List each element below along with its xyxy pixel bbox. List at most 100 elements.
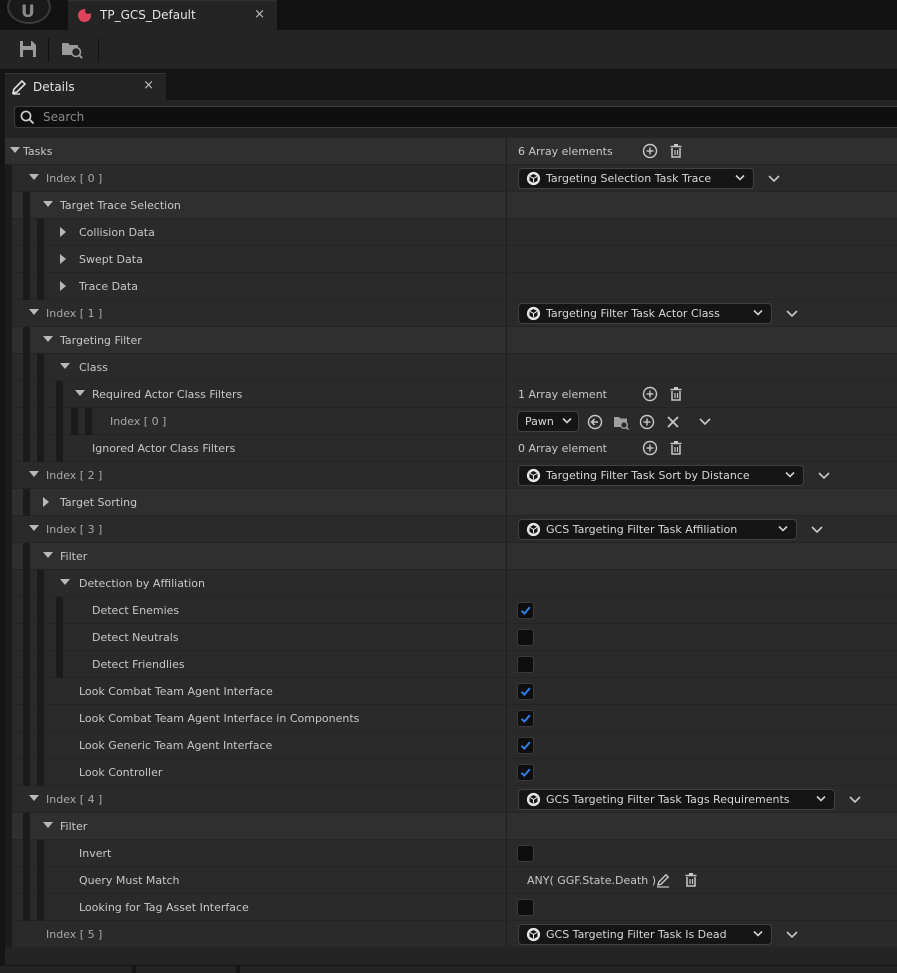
property-row-tts: Target Trace Selection xyxy=(5,192,897,219)
checkbox-look-controller[interactable] xyxy=(517,764,534,781)
collapse-arrow-icon[interactable] xyxy=(60,363,70,369)
browse-asset-icon[interactable] xyxy=(613,414,629,430)
property-label: Query Must Match xyxy=(79,874,180,887)
property-label: Looking for Tag Asset Interface xyxy=(79,901,249,914)
add-element-icon[interactable] xyxy=(642,143,658,159)
collapse-arrow-icon[interactable] xyxy=(43,336,53,342)
collapse-arrow-icon[interactable] xyxy=(43,552,53,558)
delete-all-icon[interactable] xyxy=(668,386,684,402)
extension-menu-chevron-icon[interactable] xyxy=(768,174,780,184)
delete-all-icon[interactable] xyxy=(668,143,684,159)
search-input[interactable] xyxy=(41,108,881,126)
remove-element-icon[interactable] xyxy=(665,414,681,430)
extension-menu-chevron-icon[interactable] xyxy=(786,309,798,319)
checkbox-look-combat-team-agent-interface-in-components[interactable] xyxy=(517,710,534,727)
indent-rail xyxy=(23,543,30,570)
collapse-arrow-icon[interactable] xyxy=(29,795,39,801)
extension-menu-chevron-icon[interactable] xyxy=(849,795,861,805)
checkbox-detect-friendlies[interactable] xyxy=(517,656,534,673)
unreal-logo-icon[interactable]: U xyxy=(7,0,51,24)
pencil-icon xyxy=(11,79,27,95)
collapse-arrow-icon[interactable] xyxy=(60,579,70,585)
collapse-arrow-icon[interactable] xyxy=(29,309,39,315)
extension-menu-chevron-icon[interactable] xyxy=(811,525,823,535)
class-picker-label: Targeting Filter Task Actor Class xyxy=(546,307,720,320)
checkbox-detect-enemies[interactable] xyxy=(517,602,534,619)
use-selected-icon[interactable] xyxy=(587,414,603,430)
checkbox-invert[interactable] xyxy=(517,845,534,862)
collapse-arrow-icon[interactable] xyxy=(43,822,53,828)
indent-rail xyxy=(5,300,12,327)
add-element-icon[interactable] xyxy=(642,440,658,456)
indent-rail xyxy=(23,273,30,300)
indent-rail xyxy=(37,597,44,624)
array-count: 6 Array elements xyxy=(518,145,613,158)
expand-arrow-icon[interactable] xyxy=(60,227,66,237)
class-icon xyxy=(526,522,541,537)
checkbox-look-combat-team-agent-interface[interactable] xyxy=(517,683,534,700)
property-row-class: Class xyxy=(5,354,897,381)
extension-menu-chevron-icon[interactable] xyxy=(818,471,830,481)
property-row-racf: Required Actor Class Filters 1 Array elem… xyxy=(5,381,897,408)
details-tab[interactable]: Details × xyxy=(5,73,166,100)
close-details-icon[interactable]: × xyxy=(143,78,154,93)
bottom-tab[interactable] xyxy=(240,966,897,973)
indent-rail xyxy=(23,732,30,759)
column-divider xyxy=(506,408,507,434)
class-picker-combo[interactable]: GCS Targeting Filter Task Is Dead xyxy=(518,924,772,945)
indent-rail xyxy=(23,894,30,921)
actor-class-combo[interactable]: Pawn xyxy=(517,411,579,432)
bottom-tab[interactable] xyxy=(0,966,132,973)
search-field[interactable] xyxy=(14,106,897,128)
property-row-tfilter: Targeting Filter xyxy=(5,327,897,354)
insert-element-icon[interactable] xyxy=(639,414,655,430)
collapse-arrow-icon[interactable] xyxy=(29,471,39,477)
chevron-down-icon xyxy=(816,795,826,802)
collapse-arrow-icon[interactable] xyxy=(75,390,85,396)
class-picker-combo[interactable]: Targeting Selection Task Trace xyxy=(518,168,754,189)
checkbox-look-generic-team-agent-interface[interactable] xyxy=(517,737,534,754)
clear-query-icon[interactable] xyxy=(683,872,699,888)
extension-menu-chevron-icon[interactable] xyxy=(699,417,711,427)
property-row-idx1: Index [ 1 ] Targeting Filter Task Actor C… xyxy=(5,300,897,327)
expand-arrow-icon[interactable] xyxy=(60,254,66,264)
column-divider xyxy=(506,570,507,596)
indent-rail xyxy=(5,651,12,678)
property-label: Class xyxy=(79,361,108,374)
indent-rail xyxy=(56,624,63,651)
property-label: Filter xyxy=(60,820,88,833)
bottom-tab[interactable] xyxy=(136,966,236,973)
close-tab-icon[interactable]: × xyxy=(254,7,265,22)
class-picker-combo[interactable]: Targeting Filter Task Actor Class xyxy=(518,303,772,324)
indent-rail xyxy=(5,894,12,921)
expand-arrow-icon[interactable] xyxy=(60,281,66,291)
class-picker-combo[interactable]: Targeting Filter Task Sort by Distance xyxy=(518,465,804,486)
collapse-arrow-icon[interactable] xyxy=(29,174,39,180)
indent-rail xyxy=(37,354,44,381)
column-divider xyxy=(506,813,507,839)
indent-rail xyxy=(5,489,12,516)
indent-rail xyxy=(5,516,12,543)
delete-all-icon[interactable] xyxy=(668,440,684,456)
property-label: Detect Enemies xyxy=(92,604,180,617)
class-picker-combo[interactable]: GCS Targeting Filter Task Affiliation xyxy=(518,519,797,540)
edit-query-icon[interactable] xyxy=(655,872,671,888)
save-button[interactable] xyxy=(16,38,40,60)
indent-rail xyxy=(23,678,30,705)
checkbox-looking-for-tag-asset-interface[interactable] xyxy=(517,899,534,916)
collapse-arrow-icon[interactable] xyxy=(43,201,53,207)
browse-to-asset-button[interactable] xyxy=(60,38,84,60)
indent-rail xyxy=(37,894,44,921)
add-element-icon[interactable] xyxy=(642,386,658,402)
checkbox-detect-neutrals[interactable] xyxy=(517,629,534,646)
class-picker-combo[interactable]: GCS Targeting Filter Task Tags Requireme… xyxy=(518,789,835,810)
expand-arrow-icon[interactable] xyxy=(43,497,49,507)
indent-rail xyxy=(23,381,30,408)
extension-menu-chevron-icon[interactable] xyxy=(786,930,798,940)
collapse-arrow-icon[interactable] xyxy=(10,147,20,153)
checkmark-icon xyxy=(520,687,531,697)
indent-rail xyxy=(37,867,44,894)
asset-tab[interactable]: TP_GCS_Default × xyxy=(68,0,277,30)
column-divider xyxy=(506,759,507,785)
collapse-arrow-icon[interactable] xyxy=(29,525,39,531)
